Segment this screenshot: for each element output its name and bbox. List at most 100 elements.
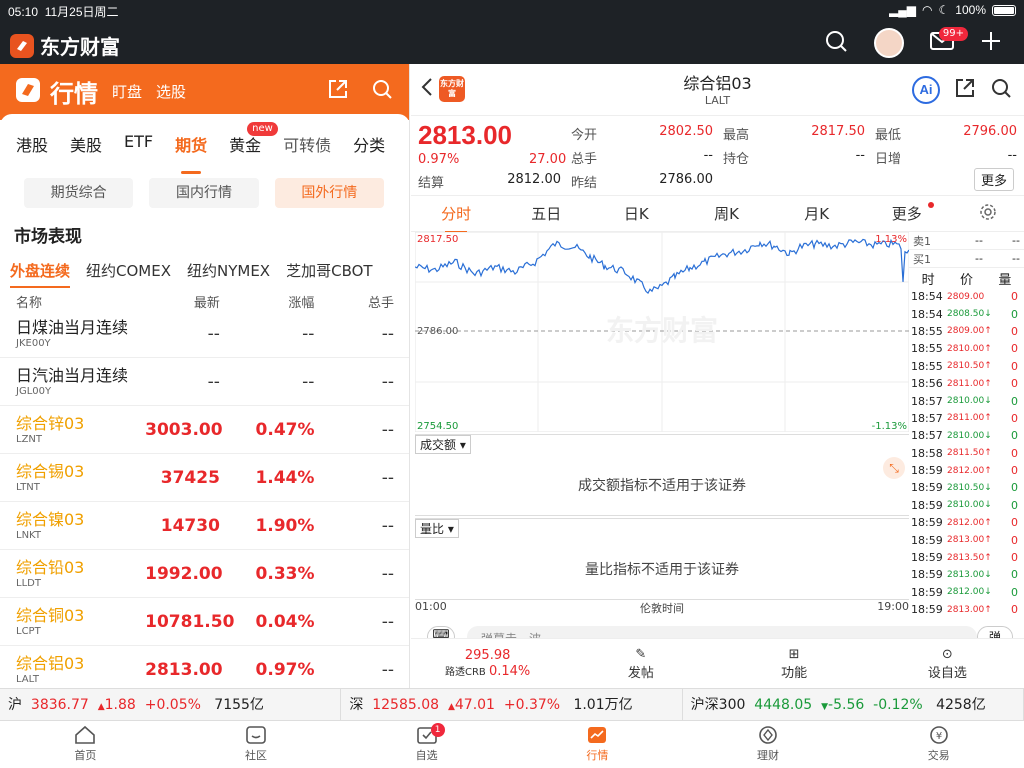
tick-vol: 0 [1011,481,1018,495]
intraday-chart[interactable]: 东方财富 2817.50 2786.00 2754.50 1.13% -1.13… [414,231,910,433]
tab-intraday[interactable]: 分时 [411,203,501,233]
item-last: 3003.00 [145,419,223,440]
list-item[interactable]: 日煤油当月连续 JKE00Y -- -- -- [0,310,409,358]
tab-category[interactable]: 分类 [353,132,385,166]
list-item[interactable]: 日汽油当月连续 JGL00Y -- -- -- [0,358,409,406]
section-title: 市场表现 [14,227,82,247]
expand-icon[interactable]: ⤡ [883,457,905,479]
share-icon[interactable] [954,77,976,103]
tab-gold-label: 黄金 [229,136,262,155]
tab-weekly-k[interactable]: 周K [681,203,771,224]
tab-5day[interactable]: 五日 [501,203,591,224]
subtab-external[interactable]: 外盘连续 [10,260,71,288]
order-book: 卖1 -- -- 买1 -- -- 时 价 量 18:54 2809.00 0 18:54 2808… [909,232,1024,618]
tab-screener[interactable]: 选股 [156,81,186,102]
search-icon[interactable] [371,78,393,104]
signal-icon: ▂▄▆ [889,3,917,17]
oi-value: -- [855,148,865,163]
brand-logo: 东方财富 [10,31,120,60]
function-label: 功能 [781,665,808,681]
tick-vol: 0 [1011,585,1018,599]
tab-etf[interactable]: ETF [124,132,153,166]
nav-market-label: 行情 [586,749,609,762]
change-percent: 0.97% [418,152,460,167]
tab-more[interactable]: 更多 [862,203,952,224]
search-icon[interactable] [990,77,1012,103]
index-amount: 1.01万亿 [573,696,633,713]
crb-index[interactable]: 295.98 路透CRB 0.14% [411,648,564,679]
tab-watch[interactable]: 盯盘 [112,81,142,102]
tick-price: 2812.00↓ [947,587,992,598]
nav-watchlist-label: 自选 [415,749,438,762]
indicator-turnover-label: 成交额 [420,438,457,452]
col-volume[interactable]: 总手 [314,292,394,311]
function-button[interactable]: ⊞ 功能 [718,647,871,681]
nav-market[interactable]: 行情 [512,721,683,768]
share-icon[interactable] [327,78,349,104]
nav-home[interactable]: 首页 [0,721,171,768]
tick-time: 18:59 [911,481,943,495]
col-last[interactable]: 最新 [145,292,220,311]
item-name: 综合锡03 [16,461,85,481]
list-item[interactable]: 综合锡03 LTNT 37425 1.44% -- [0,454,409,502]
tab-hk[interactable]: 港股 [16,132,48,166]
col-change[interactable]: 涨幅 [220,292,314,311]
tick-price: 2808.50↓ [947,309,992,320]
tab-gold[interactable]: 黄金 new [229,122,278,166]
subtab-comex[interactable]: 纽约COMEX [86,260,171,288]
tick-price: 2813.00↑ [947,604,992,615]
item-name-block: 日煤油当月连续 JKE00Y [16,318,145,350]
tick-vol: 0 [1011,603,1018,617]
seg-futures-overview[interactable]: 期货综合 [24,178,134,208]
nav-wealth-label: 理财 [757,749,780,762]
more-dots-icon: ⊙ [941,646,953,662]
nav-community[interactable]: 社区 [171,721,342,768]
ticks-header: 时价量 [909,268,1024,288]
tab-convertible[interactable]: 可转债 [283,132,331,166]
list-item[interactable]: 综合铜03 LCPT 10781.50 0.04% -- [0,598,409,646]
list-item[interactable]: 综合铝03 LALT 2813.00 0.97% -- [0,646,409,688]
ai-button[interactable]: Ai [912,76,940,104]
list-item[interactable]: 综合镍03 LNKT 14730 1.90% -- [0,502,409,550]
index-item[interactable]: 深 12585.08 ▲47.01 +0.37% 1.01万亿 [341,688,683,721]
seg-foreign[interactable]: 国外行情 [274,178,384,208]
search-icon[interactable] [824,29,848,57]
indicator-turnover-select[interactable]: 成交额 ▾ [415,435,471,454]
tab-us[interactable]: 美股 [70,132,102,166]
post-button[interactable]: ✎ 发帖 [564,647,717,681]
ask-row: 卖1 -- -- [909,232,1024,250]
tab-monthly-k[interactable]: 月K [772,203,862,224]
list-item[interactable]: 综合锌03 LZNT 3003.00 0.47% -- [0,406,409,454]
tick-price: 2811.50↑ [947,448,992,459]
nav-watchlist[interactable]: 1 自选 [341,721,512,768]
tick-vol: 0 [1011,411,1018,425]
avatar[interactable] [874,28,904,58]
more-button[interactable]: 更多 [973,168,1014,191]
nav-trade[interactable]: ¥ 交易 [853,721,1024,768]
mail-button[interactable]: 99+ [930,27,968,55]
wifi-icon: ◠ [922,3,933,17]
plus-icon[interactable] [980,30,1002,56]
subtab-nymex[interactable]: 纽约NYMEX [187,260,270,288]
item-name: 日煤油当月连续 [16,317,129,337]
tick-row: 18:59 2813.00↑ 0 [909,531,1024,548]
seg-domestic[interactable]: 国内行情 [149,178,259,208]
index-item[interactable]: 沪 3836.77 ▲1.88 +0.05% 7155亿 [0,688,342,721]
tick-list[interactable]: 18:54 2809.00 0 18:54 2808.50↓ 0 18:55 2809.00↑… [909,288,1024,618]
subtab-cbot[interactable]: 芝加哥CBOT [286,260,372,288]
index-percent: +0.05% [144,696,201,713]
nav-wealth[interactable]: 理财 [683,721,854,768]
index-item[interactable]: 沪深300 4448.05 ▼-5.56 -0.12% 4258亿 [683,688,1024,721]
tick-time: 18:59 [911,533,943,547]
tab-futures[interactable]: 期货 [175,132,207,174]
settings-icon[interactable] [952,203,1024,225]
list-item[interactable]: 综合铅03 LLDT 1992.00 0.33% -- [0,550,409,598]
indicator-ratio-select[interactable]: 量比 ▾ [415,519,459,538]
tab-daily-k[interactable]: 日K [591,203,681,224]
tick-row: 18:57 2810.00↓ 0 [909,427,1024,444]
tick-time: 18:59 [911,551,943,565]
tick-row: 18:59 2810.00↓ 0 [909,497,1024,514]
add-watchlist-button[interactable]: ⊙ 设自选 [871,647,1024,681]
tick-row: 18:59 2812.00↓ 0 [909,584,1024,601]
open-value: 2802.50 [659,124,713,139]
